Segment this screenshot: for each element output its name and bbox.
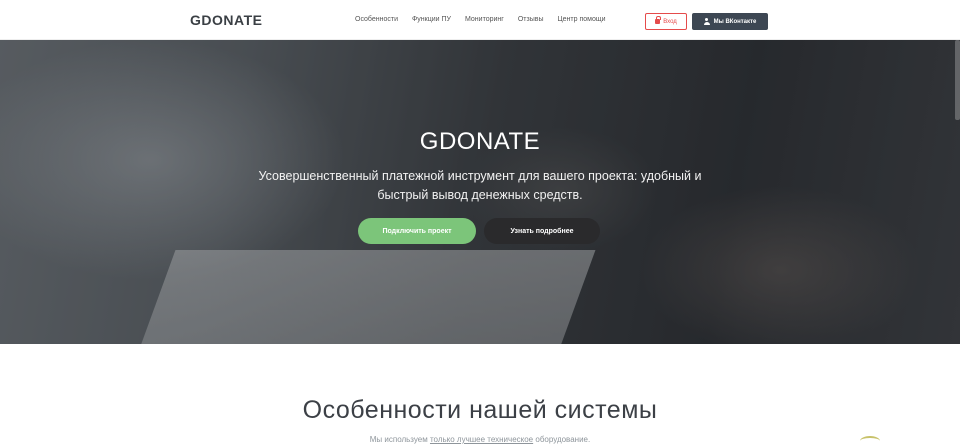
features-sub-link[interactable]: только лучшее техническое [430,435,533,444]
nav-item-monitoring[interactable]: Мониторинг [465,16,504,23]
hero-section: GDONATE Усовершенственный платежной инст… [0,40,960,344]
login-label: Вход [663,18,677,25]
learn-more-button[interactable]: Узнать подробнее [484,218,600,244]
nav-item-features[interactable]: Особенности [355,16,398,23]
features-sub-before: Мы используем [369,435,430,444]
hero-subtitle: Усовершенственный платежной инструмент д… [258,169,702,202]
nav-item-help-center[interactable]: Центр помощи [557,16,605,23]
hero-title: GDONATE [419,128,541,155]
vk-label: Мы ВКонтакте [713,18,757,25]
connect-project-button[interactable]: Подключить проект [358,218,476,244]
decorative-leaf-icon [860,436,880,446]
lock-icon [655,16,662,24]
login-button[interactable]: Вход [645,13,687,30]
vk-button[interactable]: Мы ВКонтакте [692,13,768,30]
site-header: GDONATE Особенности Функции ПУ Мониторин… [0,0,960,40]
features-sub-after: оборудование. [533,435,591,444]
user-icon [703,18,710,25]
nav-item-reviews[interactable]: Отзывы [518,16,544,23]
nav-item-panel-functions[interactable]: Функции ПУ [412,16,451,23]
main-nav: Особенности Функции ПУ Мониторинг Отзывы… [355,16,606,23]
features-subtitle: Мы используем только лучшее техническое … [0,435,960,444]
features-title: Особенности нашей системы [302,396,658,424]
scrollbar[interactable] [955,40,960,120]
logo[interactable]: GDONATE [190,12,262,28]
